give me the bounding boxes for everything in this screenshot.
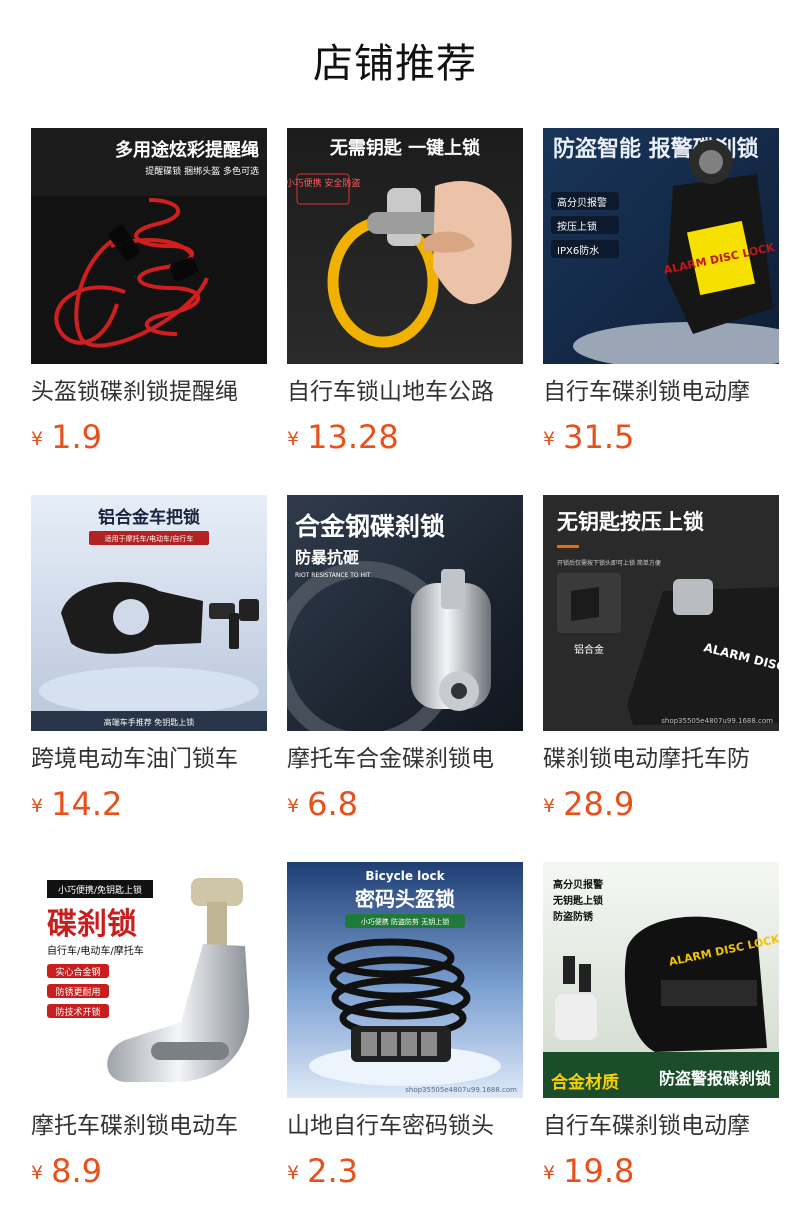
image-label: 铝合金: [574, 643, 604, 656]
image-subline: 提醒碟锁 捆绑头盔 多色可选: [145, 165, 259, 177]
black-handlebar-lock-with-keys-icon: 铝合金车把锁 适用于摩托车/电动车/自行车 高端车手推荐 免钥匙上锁: [31, 495, 267, 731]
product-image[interactable]: 小巧便携/免钥匙上锁 碟刹锁 自行车/电动车/摩托车 实心合金钢 防锈更耐用 防…: [31, 862, 267, 1098]
product-card[interactable]: 铝合金车把锁 适用于摩托车/电动车/自行车 高端车手推荐 免钥匙上锁 跨境电动车…: [31, 495, 267, 835]
image-feature: 高分贝报警: [557, 196, 607, 209]
image-watermark: shop35505e4807u99.1688.com: [405, 1086, 517, 1094]
image-feature: 无钥匙上锁: [552, 894, 603, 907]
currency-symbol: ¥: [543, 795, 556, 817]
product-image[interactable]: 铝合金车把锁 适用于摩托车/电动车/自行车 高端车手推荐 免钥匙上锁: [31, 495, 267, 731]
price-amount: 31.5: [563, 418, 635, 456]
image-headline: 铝合金车把锁: [98, 507, 200, 528]
image-feature: 防技术开锁: [55, 1006, 100, 1018]
image-subline: 适用于摩托车/电动车/自行车: [105, 534, 194, 543]
price-amount: 13.28: [307, 418, 399, 456]
price-amount: 14.2: [51, 785, 123, 823]
image-caption: RIOT RESISTANCE TO HIT: [295, 572, 371, 579]
product-card[interactable]: 高分贝报警 无钥匙上锁 防盗防锈 ALARM DISC LOCK 合金材质 防盗…: [543, 862, 779, 1202]
currency-symbol: ¥: [287, 795, 300, 817]
product-image[interactable]: 合金钢碟刹锁 防暴抗砸 RIOT RESISTANCE TO HIT: [287, 495, 523, 731]
product-name[interactable]: 自行车碟刹锁电动摩: [543, 376, 779, 408]
product-card[interactable]: 防盗智能 报警碟刹锁 高分贝报警 按压上锁 IPX6防水 ALARM DISC …: [543, 128, 779, 468]
black-coil-combination-lock-icon: Bicycle lock 密码头盔锁 小巧便携 防盗防剪 无钥上锁 shop35…: [287, 862, 523, 1098]
currency-symbol: ¥: [31, 1162, 44, 1184]
image-feature: IPX6防水: [557, 244, 599, 257]
price-amount: 8.9: [51, 1152, 102, 1190]
product-card[interactable]: 无需钥匙 一键上锁 小巧便携 安全防盗 自行车锁山地车公路 ¥13.28: [287, 128, 523, 468]
product-name[interactable]: 自行车碟刹锁电动摩: [543, 1110, 779, 1142]
product-price: ¥1.9: [31, 416, 102, 458]
chrome-alloy-disc-lock-icon: 合金钢碟刹锁 防暴抗砸 RIOT RESISTANCE TO HIT: [287, 495, 523, 731]
product-name[interactable]: 摩托车合金碟刹锁电: [287, 743, 523, 775]
product-price: ¥31.5: [543, 416, 634, 458]
image-headline: 合金钢碟刹锁: [295, 512, 445, 541]
currency-symbol: ¥: [287, 428, 300, 450]
image-subline: 小巧便携 防盗防剪 无钥上锁: [361, 917, 449, 926]
image-tag: 小巧便携/免钥匙上锁: [58, 884, 142, 896]
image-footer-right: 防盗警报碟刹锁: [659, 1069, 771, 1088]
currency-symbol: ¥: [31, 428, 44, 450]
product-image[interactable]: 防盗智能 报警碟刹锁 高分贝报警 按压上锁 IPX6防水 ALARM DISC …: [543, 128, 779, 364]
product-card[interactable]: 多用途炫彩提醒绳 提醒碟锁 捆绑头盔 多色可选 头盔锁碟刹锁提醒绳 ¥1.9: [31, 128, 267, 468]
black-alarm-disc-lock-with-keys-icon: 高分贝报警 无钥匙上锁 防盗防锈 ALARM DISC LOCK 合金材质 防盗…: [543, 862, 779, 1098]
page-title: 店铺推荐: [313, 41, 477, 87]
image-feature: 按压上锁: [557, 220, 597, 233]
product-price: ¥13.28: [287, 416, 399, 458]
product-price: ¥28.9: [543, 783, 634, 825]
image-feature: 防锈更耐用: [55, 986, 100, 998]
black-alarm-disc-lock-icon: 防盗智能 报警碟刹锁 高分贝报警 按压上锁 IPX6防水 ALARM DISC …: [543, 128, 779, 364]
product-name[interactable]: 山地自行车密码锁头: [287, 1110, 523, 1142]
product-image[interactable]: 多用途炫彩提醒绳 提醒碟锁 捆绑头盔 多色可选: [31, 128, 267, 364]
product-price: ¥6.8: [287, 783, 358, 825]
product-price: ¥19.8: [543, 1150, 634, 1192]
product-card[interactable]: 无钥匙按压上锁 开锁后仅需按下锁头即可上锁 简单方便 铝合金 ALARM DIS…: [543, 495, 779, 835]
image-feature: 高分贝报警: [553, 878, 603, 891]
image-headline: 碟刹锁: [47, 907, 137, 942]
product-price: ¥2.3: [287, 1150, 358, 1192]
image-caption: Bicycle lock: [365, 869, 445, 883]
image-headline: 密码头盔锁: [355, 887, 455, 911]
price-amount: 2.3: [307, 1152, 358, 1190]
product-price: ¥8.9: [31, 1150, 102, 1192]
image-footer-left: 合金材质: [551, 1072, 619, 1093]
image-badge: 小巧便携 安全防盗: [287, 177, 360, 189]
image-subline: 开锁后仅需按下锁头即可上锁 简单方便: [557, 559, 661, 567]
silver-disc-lock-with-key-icon: 小巧便携/免钥匙上锁 碟刹锁 自行车/电动车/摩托车 实心合金钢 防锈更耐用 防…: [31, 862, 267, 1098]
product-name[interactable]: 自行车锁山地车公路: [287, 376, 523, 408]
image-watermark: shop35505e4807u99.1688.com: [661, 717, 773, 725]
image-feature: 防盗防锈: [553, 910, 593, 923]
yellow-ring-lock-in-hand-icon: 无需钥匙 一键上锁 小巧便携 安全防盗: [287, 128, 523, 364]
currency-symbol: ¥: [287, 1162, 300, 1184]
product-name[interactable]: 摩托车碟刹锁电动车: [31, 1110, 267, 1142]
product-image[interactable]: 高分贝报警 无钥匙上锁 防盗防锈 ALARM DISC LOCK 合金材质 防盗…: [543, 862, 779, 1098]
currency-symbol: ¥: [543, 1162, 556, 1184]
product-image[interactable]: Bicycle lock 密码头盔锁 小巧便携 防盗防剪 无钥上锁 shop35…: [287, 862, 523, 1098]
image-headline: 无需钥匙 一键上锁: [330, 137, 480, 159]
product-image[interactable]: 无需钥匙 一键上锁 小巧便携 安全防盗: [287, 128, 523, 364]
image-footer: 高端车手推荐 免钥匙上锁: [104, 717, 195, 727]
price-amount: 28.9: [563, 785, 635, 823]
product-card[interactable]: 小巧便携/免钥匙上锁 碟刹锁 自行车/电动车/摩托车 实心合金钢 防锈更耐用 防…: [31, 862, 267, 1202]
product-name[interactable]: 头盔锁碟刹锁提醒绳: [31, 376, 267, 408]
price-amount: 1.9: [51, 418, 102, 456]
price-amount: 19.8: [563, 1152, 635, 1190]
product-name[interactable]: 碟刹锁电动摩托车防: [543, 743, 779, 775]
black-disc-lock-press-to-lock-icon: 无钥匙按压上锁 开锁后仅需按下锁头即可上锁 简单方便 铝合金 ALARM DIS…: [543, 495, 779, 731]
product-card[interactable]: 合金钢碟刹锁 防暴抗砸 RIOT RESISTANCE TO HIT 摩托车合金…: [287, 495, 523, 835]
product-name[interactable]: 跨境电动车油门锁车: [31, 743, 267, 775]
image-subline: 自行车/电动车/摩托车: [47, 944, 144, 957]
product-card[interactable]: Bicycle lock 密码头盔锁 小巧便携 防盗防剪 无钥上锁 shop35…: [287, 862, 523, 1202]
product-image[interactable]: 无钥匙按压上锁 开锁后仅需按下锁头即可上锁 简单方便 铝合金 ALARM DIS…: [543, 495, 779, 731]
red-coiled-reminder-cable-icon: 多用途炫彩提醒绳 提醒碟锁 捆绑头盔 多色可选: [31, 128, 267, 364]
product-price: ¥14.2: [31, 783, 122, 825]
price-amount: 6.8: [307, 785, 358, 823]
currency-symbol: ¥: [543, 428, 556, 450]
image-headline: 无钥匙按压上锁: [557, 510, 704, 534]
image-subline: 防暴抗砸: [295, 548, 359, 567]
currency-symbol: ¥: [31, 795, 44, 817]
image-headline: 多用途炫彩提醒绳: [115, 139, 259, 161]
store-recommendation-page: 店铺推荐 多用途炫彩提醒绳 提醒碟锁 捆绑头盔 多色可选 头盔锁碟刹锁提醒绳 ¥…: [0, 0, 790, 1230]
image-feature: 实心合金钢: [55, 966, 100, 978]
